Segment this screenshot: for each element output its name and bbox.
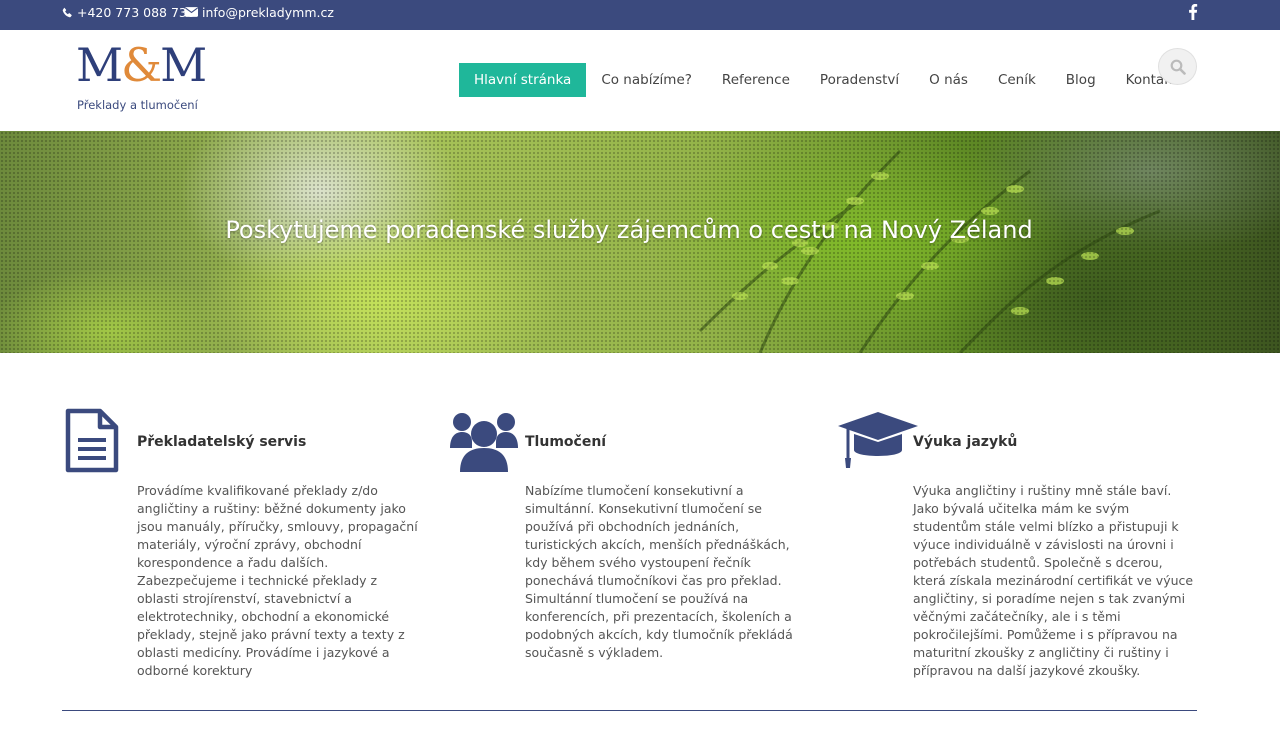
- email-address: info@prekladymm.cz: [202, 4, 334, 20]
- search-button[interactable]: [1158, 48, 1197, 85]
- nav-item-about[interactable]: O nás: [914, 63, 983, 97]
- top-contact-bar: +420 773 088 736 info@prekladymm.cz: [0, 0, 1280, 30]
- phone-icon: [62, 7, 72, 17]
- section-divider: [62, 710, 1197, 711]
- phone-number: +420 773 088 736: [77, 4, 195, 20]
- hero-title: Poskytujeme poradenské služby zájemcům o…: [225, 216, 1033, 244]
- nav-item-blog[interactable]: Blog: [1051, 63, 1111, 97]
- nav-item-offer[interactable]: Co nabízíme?: [586, 63, 707, 97]
- facebook-icon[interactable]: [1186, 4, 1200, 20]
- graduation-cap-icon: [838, 412, 918, 468]
- service-description: Provádíme kvalifikované překlady z/do an…: [137, 483, 418, 678]
- phone-contact[interactable]: +420 773 088 736: [62, 0, 195, 24]
- nav-item-pricing[interactable]: Ceník: [983, 63, 1051, 97]
- logo-mark: M&M: [76, 38, 207, 92]
- site-header: M&M Překlady a tlumočení Hlavní stránka …: [0, 30, 1280, 131]
- email-contact[interactable]: info@prekladymm.cz: [185, 0, 334, 24]
- site-logo[interactable]: M&M Překlady a tlumočení: [76, 38, 207, 117]
- search-icon: [1170, 59, 1186, 75]
- service-description: Výuka angličtiny i ruštiny mně stále bav…: [913, 483, 1194, 678]
- hero-banner: Poskytujeme poradenské služby zájemcům o…: [0, 131, 1280, 353]
- logo-subtitle: Překlady a tlumočení: [77, 98, 198, 112]
- service-description: Nabízíme tlumočení konsekutivní a simult…: [525, 483, 793, 660]
- users-icon: [450, 413, 518, 472]
- main-navigation: Hlavní stránka Co nabízíme? Reference Po…: [459, 63, 1192, 97]
- service-title: Výuka jazyků: [913, 434, 1018, 450]
- envelope-icon: [185, 7, 198, 17]
- nav-item-references[interactable]: Reference: [707, 63, 805, 97]
- nav-item-consulting[interactable]: Poradenství: [805, 63, 914, 97]
- document-icon: [65, 408, 119, 473]
- service-title: Překladatelský servis: [137, 434, 307, 450]
- service-title: Tlumočení: [525, 434, 607, 450]
- nav-item-home[interactable]: Hlavní stránka: [459, 63, 587, 97]
